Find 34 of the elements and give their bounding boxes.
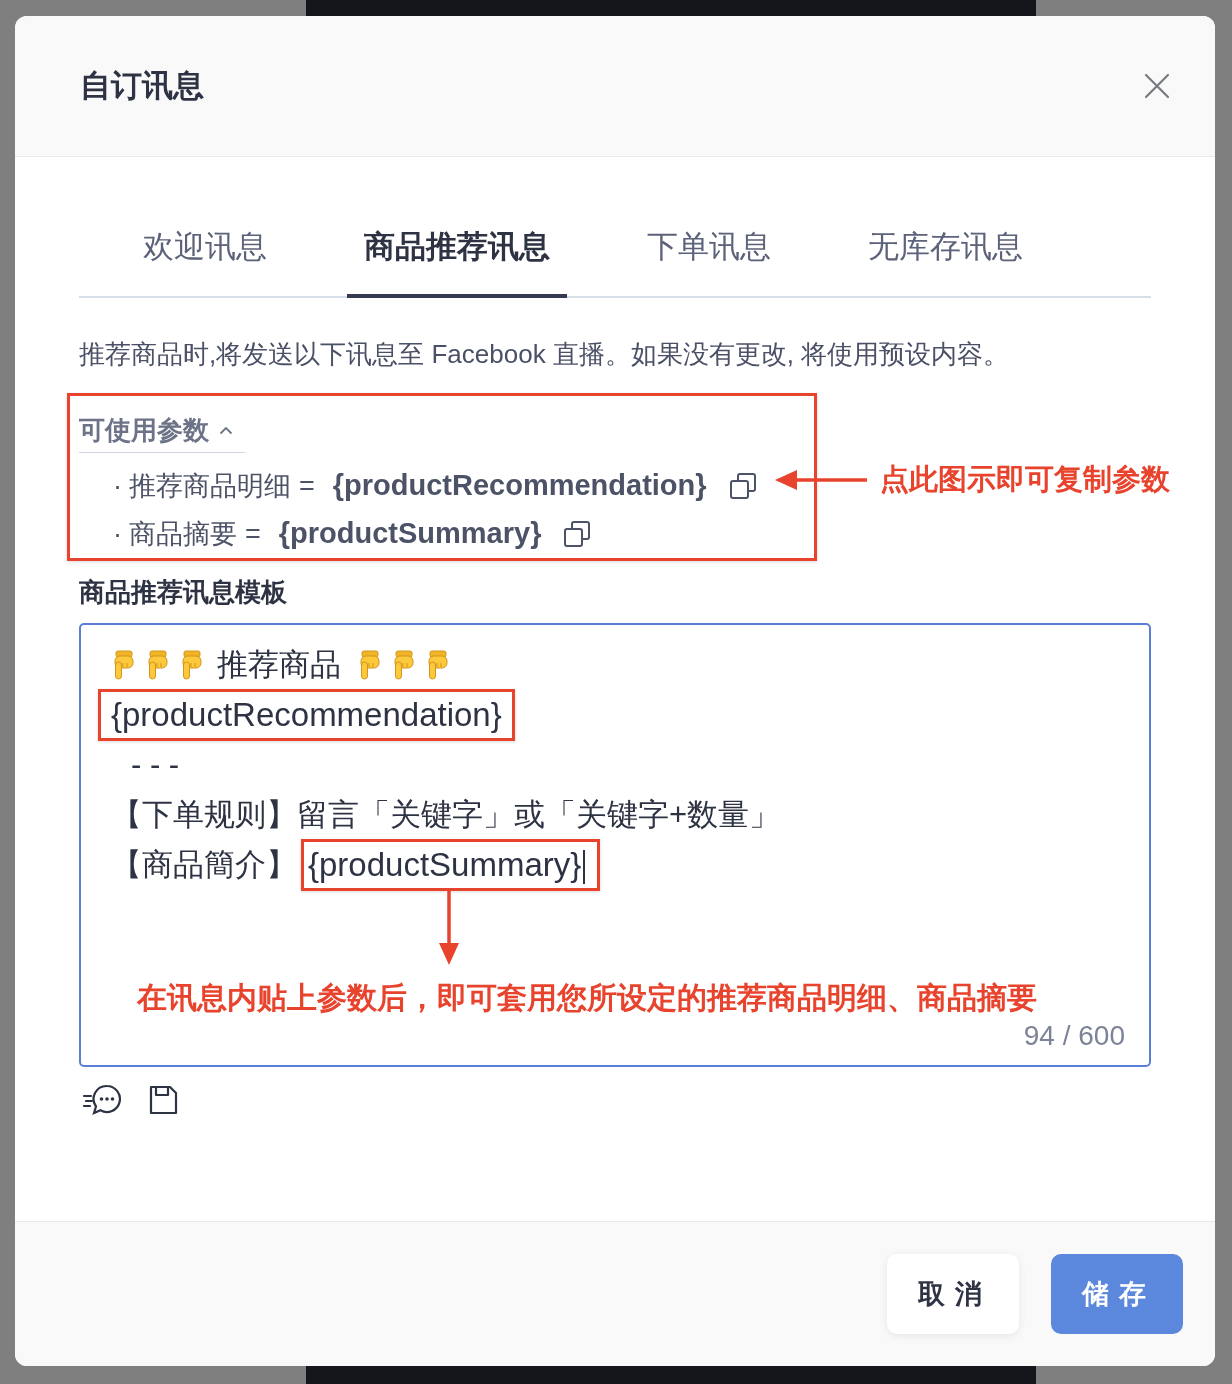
parameter-token: {productRecommendation} (332, 468, 707, 504)
template-editor[interactable]: 推荐商品 {productRecommendation} - - - 【下单规则】留言「关键字」或「关键字+数量」 【商品簡介】 {productSummary} 在讯息内贴上参数后，即可套用您所设定的推荐商品明细、商品摘要 94 / 600 (79, 623, 1151, 1067)
close-icon[interactable] (1144, 73, 1170, 99)
template-text: - - - (131, 746, 180, 784)
copy-icon[interactable] (563, 520, 592, 548)
highlighted-parameter: {productRecommendation} (98, 689, 515, 741)
highlighted-parameter: {productSummary} (301, 839, 601, 891)
pointing-down-hand-icon (145, 650, 171, 680)
template-label: 商品推荐讯息模板 (79, 576, 288, 609)
pointing-down-hand-icon (179, 650, 205, 680)
cancel-button[interactable]: 取消 (887, 1254, 1019, 1334)
tab[interactable]: 商品推荐讯息 (347, 157, 567, 298)
template-text: 推荐商品 (217, 646, 341, 684)
copy-icon[interactable] (728, 472, 757, 500)
parameters-toggle[interactable]: 可使用参数 (79, 412, 245, 453)
parameter-label: · 推荐商品明细 = (113, 469, 315, 503)
callout-text: 点此图示即可复制参数 (880, 462, 1170, 497)
save-button[interactable]: 储存 (1051, 1254, 1183, 1334)
pointing-down-hand-icon (357, 650, 383, 680)
tab[interactable]: 无库存讯息 (851, 157, 1040, 298)
tab[interactable]: 下单讯息 (630, 157, 788, 298)
pointing-down-hand-icon (391, 650, 417, 680)
template-text: 【下单规则】留言「关键字」或「关键字+数量」 (111, 796, 781, 834)
pointing-down-hand-icon (111, 650, 137, 680)
tab[interactable]: 欢迎讯息 (126, 157, 284, 298)
parameter-label: · 商品摘要 = (113, 517, 261, 551)
character-counter: 94 / 600 (1023, 1019, 1125, 1053)
callout-text: 在讯息内贴上参数后，即可套用您所设定的推荐商品明细、商品摘要 (137, 980, 1038, 1016)
dialog-title: 自订讯息 (80, 67, 204, 105)
template-text: 【商品簡介】 (111, 846, 297, 884)
parameter-token: {productSummary} (278, 516, 542, 552)
description-text: 推荐商品时,将发送以下讯息至 Facebook 直播。如果没有更改, 将使用预设内容。 (79, 338, 1011, 371)
chat-bubble-icon[interactable] (82, 1083, 122, 1117)
pointing-down-hand-icon (425, 650, 451, 680)
